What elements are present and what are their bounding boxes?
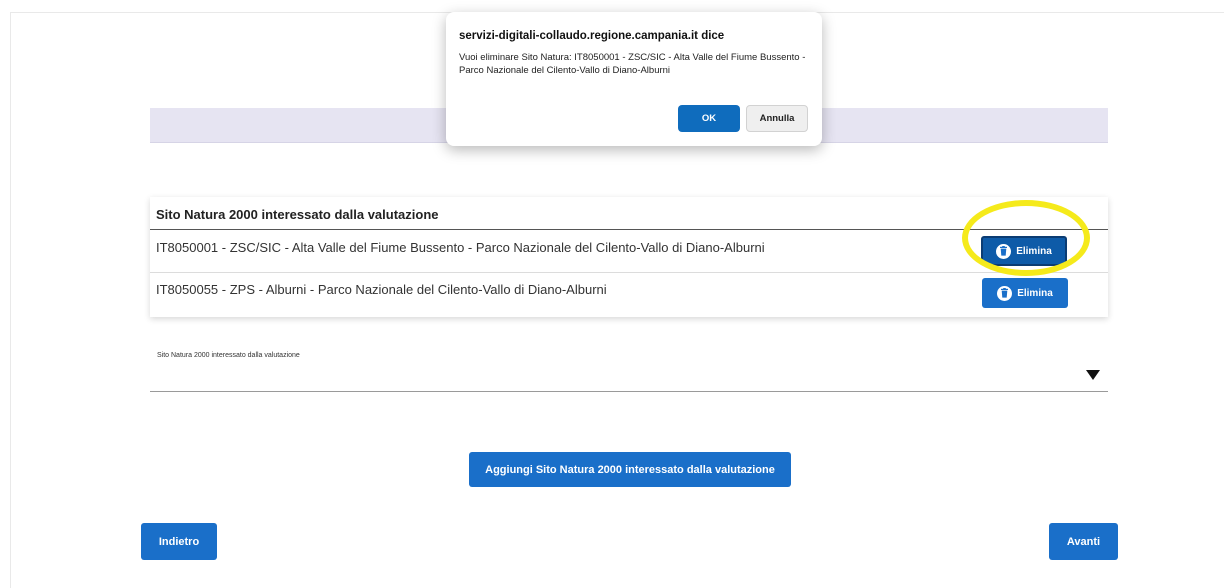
next-button[interactable]: Avanti: [1049, 523, 1118, 560]
site-name: IT8050001 - ZSC/SIC - Alta Valle del Fiu…: [156, 240, 765, 255]
sites-table-title: Sito Natura 2000 interessato dalla valut…: [156, 207, 439, 222]
confirm-dialog: servizi-digitali-collaudo.regione.campan…: [446, 12, 822, 146]
table-row: IT8050001 - ZSC/SIC - Alta Valle del Fiu…: [150, 231, 1108, 273]
triangle-down-icon[interactable]: [1086, 370, 1100, 380]
delete-button[interactable]: Elimina: [982, 278, 1068, 308]
table-row: IT8050055 - ZPS - Alburni - Parco Nazion…: [150, 273, 1108, 315]
site-select[interactable]: [150, 362, 1108, 392]
trash-icon: [997, 285, 1013, 301]
delete-button-label: Elimina: [1017, 287, 1053, 299]
dialog-message: Vuoi eliminare Sito Natura: IT8050001 - …: [459, 52, 806, 76]
ok-button[interactable]: OK: [678, 105, 740, 132]
delete-button-label: Elimina: [1016, 245, 1052, 257]
site-name: IT8050055 - ZPS - Alburni - Parco Nazion…: [156, 282, 607, 297]
dialog-title: servizi-digitali-collaudo.regione.campan…: [459, 30, 725, 42]
cancel-button[interactable]: Annulla: [746, 105, 808, 132]
delete-button[interactable]: Elimina: [981, 236, 1067, 266]
site-select-label: Sito Natura 2000 interessato dalla valut…: [157, 352, 300, 359]
sites-table: Sito Natura 2000 interessato dalla valut…: [150, 197, 1108, 317]
back-button[interactable]: Indietro: [141, 523, 217, 560]
title-divider: [150, 229, 1108, 230]
trash-icon: [996, 243, 1012, 259]
add-site-button[interactable]: Aggiungi Sito Natura 2000 interessato da…: [469, 452, 791, 487]
